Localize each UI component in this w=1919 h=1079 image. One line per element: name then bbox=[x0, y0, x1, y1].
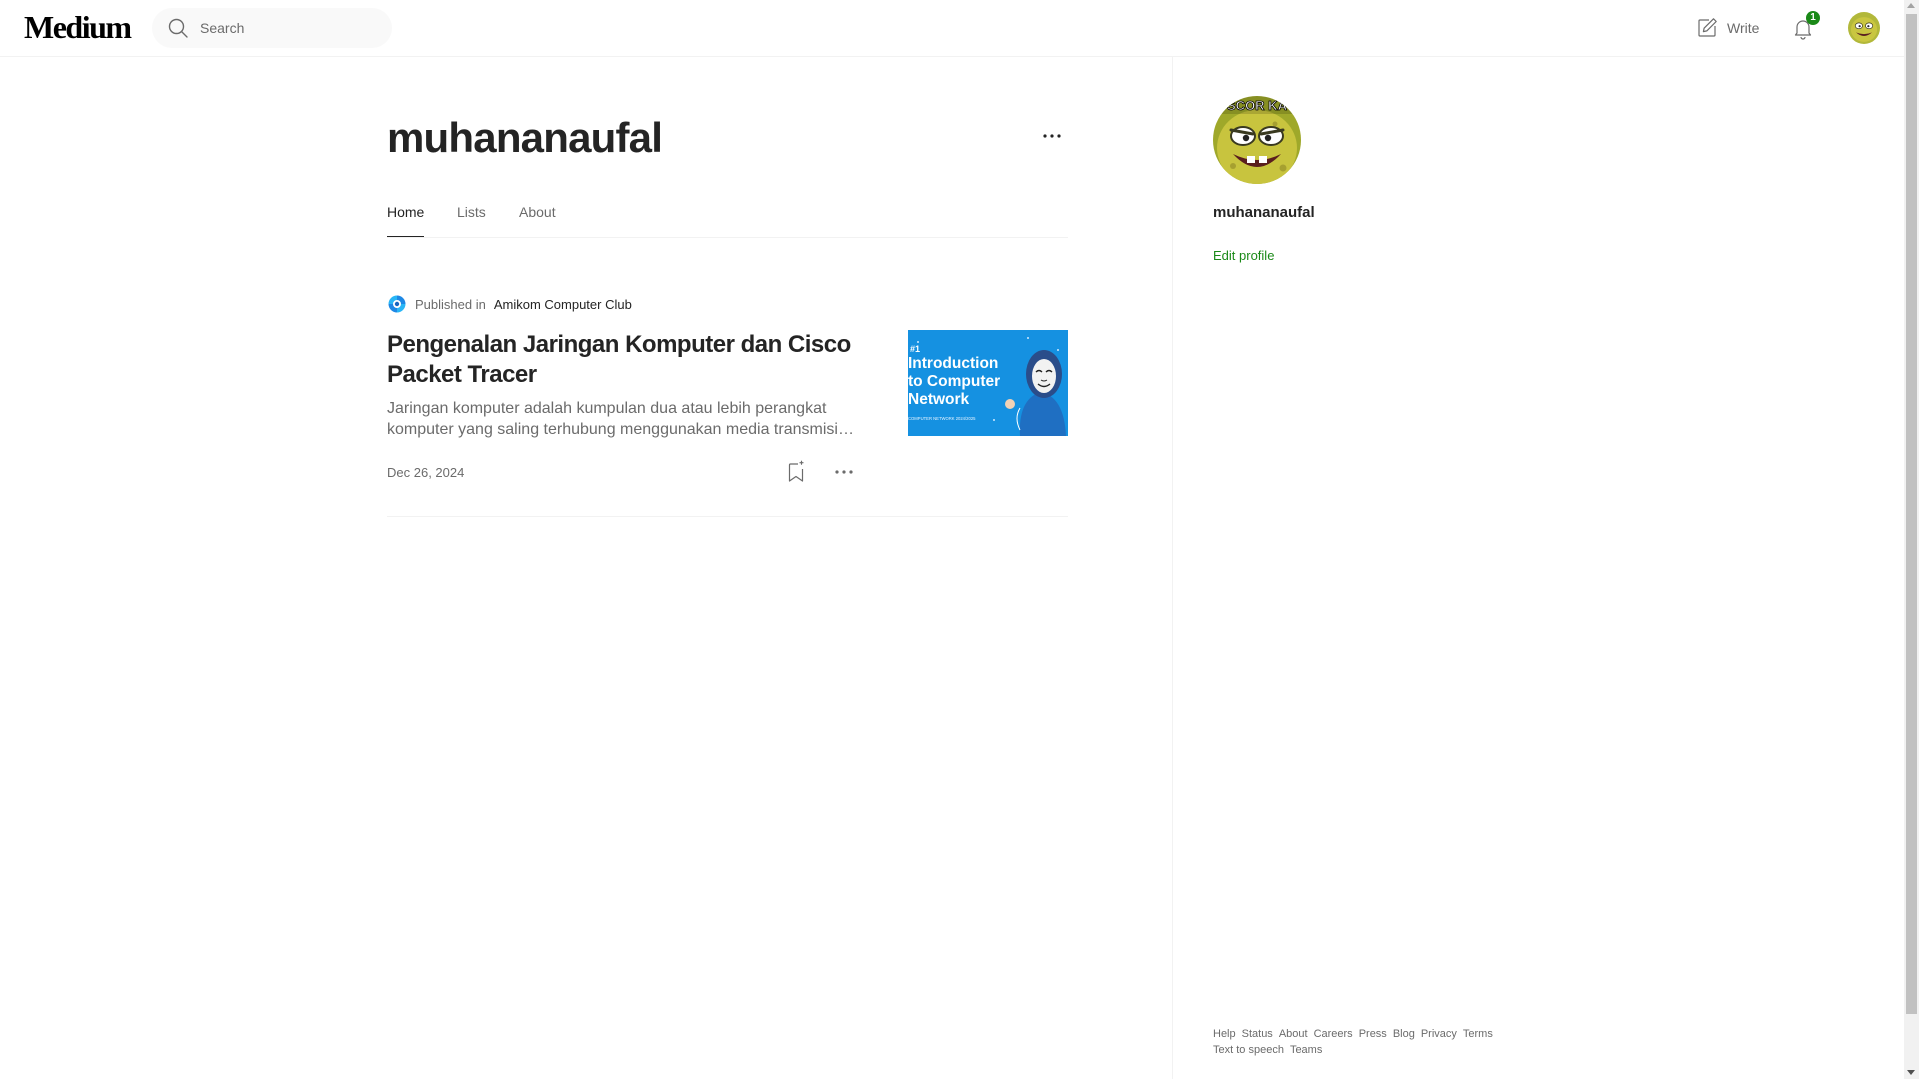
thumbnail-headline-line-3: Network bbox=[908, 391, 970, 408]
avatar-image bbox=[1848, 12, 1880, 44]
profile-more-options-button[interactable] bbox=[1040, 124, 1064, 148]
write-button[interactable]: Write bbox=[1695, 16, 1759, 40]
tab-home[interactable]: Home bbox=[387, 204, 425, 237]
footer-link-terms[interactable]: Terms bbox=[1463, 1028, 1493, 1040]
sidebar-divider bbox=[1172, 57, 1173, 1079]
footer-link-help[interactable]: Help bbox=[1213, 1028, 1236, 1040]
thumbnail-artwork: #1 Introduction to Computer Network COMP… bbox=[908, 330, 1068, 436]
page-scrollbar[interactable] bbox=[1904, 0, 1919, 1079]
tab-about[interactable]: About bbox=[519, 204, 556, 237]
footer-link-privacy[interactable]: Privacy bbox=[1421, 1028, 1457, 1040]
save-bookmark-button[interactable] bbox=[784, 460, 808, 484]
thumbnail-headline-line-2: to Computer bbox=[908, 373, 1000, 390]
footer-link-teams[interactable]: Teams bbox=[1290, 1044, 1322, 1056]
post-more-options-button[interactable] bbox=[832, 460, 856, 484]
post-divider bbox=[387, 516, 1068, 517]
thumbnail-caption: COMPUTER NETWORK 2024/2025 bbox=[908, 416, 976, 421]
footer-link-careers[interactable]: Careers bbox=[1314, 1028, 1353, 1040]
user-avatar-button[interactable] bbox=[1848, 12, 1880, 44]
published-in-label: Published in bbox=[415, 296, 486, 312]
publication-logo-icon[interactable] bbox=[387, 294, 407, 314]
profile-avatar[interactable]: SCOR KA bbox=[1213, 96, 1301, 184]
more-horizontal-icon bbox=[1043, 134, 1061, 138]
top-navigation-bar: Medium Write 1 bbox=[0, 0, 1904, 57]
tab-lists[interactable]: Lists bbox=[457, 204, 486, 237]
search-icon bbox=[168, 18, 188, 38]
avatar-image: SCOR KA bbox=[1213, 96, 1301, 184]
scrollbar-thumb[interactable] bbox=[1906, 14, 1917, 1014]
write-pencil-icon bbox=[1698, 18, 1717, 37]
footer-link-press[interactable]: Press bbox=[1359, 1028, 1387, 1040]
footer-link-about[interactable]: About bbox=[1279, 1028, 1308, 1040]
scroll-up-arrow-icon[interactable] bbox=[1907, 3, 1915, 8]
notification-count-badge: 1 bbox=[1806, 11, 1820, 25]
sidebar-footer-links: Help Status About Careers Press Blog Privacy Te… bbox=[1213, 1026, 1533, 1058]
footer-link-status[interactable]: Status bbox=[1242, 1028, 1273, 1040]
bookmark-add-icon bbox=[788, 460, 804, 482]
profile-name-heading: muhananaufal bbox=[387, 114, 663, 161]
publication-row: Published in Amikom Computer Club bbox=[387, 294, 632, 314]
post-date: Dec 26, 2024 bbox=[387, 465, 465, 480]
post-thumbnail-image[interactable]: #1 Introduction to Computer Network COMP… bbox=[908, 330, 1068, 436]
post-title-link[interactable]: Pengenalan Jaringan Komputer dan Cisco P… bbox=[387, 330, 867, 390]
thumbnail-headline-line-1: Introduction bbox=[908, 355, 998, 372]
publication-name-link[interactable]: Amikom Computer Club bbox=[494, 297, 632, 312]
search-box[interactable] bbox=[152, 8, 392, 48]
footer-link-blog[interactable]: Blog bbox=[1393, 1028, 1415, 1040]
edit-profile-link[interactable]: Edit profile bbox=[1213, 248, 1274, 263]
write-label: Write bbox=[1727, 20, 1760, 36]
notifications-button[interactable]: 1 bbox=[1791, 11, 1820, 40]
thumbnail-tag: #1 bbox=[910, 344, 920, 354]
search-input[interactable] bbox=[200, 20, 380, 36]
avatar-caption-text: SCOR KA bbox=[1227, 98, 1288, 113]
footer-link-text-to-speech[interactable]: Text to speech bbox=[1213, 1044, 1284, 1056]
medium-logo[interactable]: Medium bbox=[24, 9, 132, 46]
post-subtitle[interactable]: Jaringan komputer adalah kumpulan dua at… bbox=[387, 398, 857, 440]
scroll-down-arrow-icon[interactable] bbox=[1907, 1070, 1915, 1075]
sidebar-profile-name: muhananaufal bbox=[1213, 204, 1315, 221]
profile-tabs: Home Lists About bbox=[387, 198, 1068, 238]
more-horizontal-icon bbox=[835, 470, 853, 474]
